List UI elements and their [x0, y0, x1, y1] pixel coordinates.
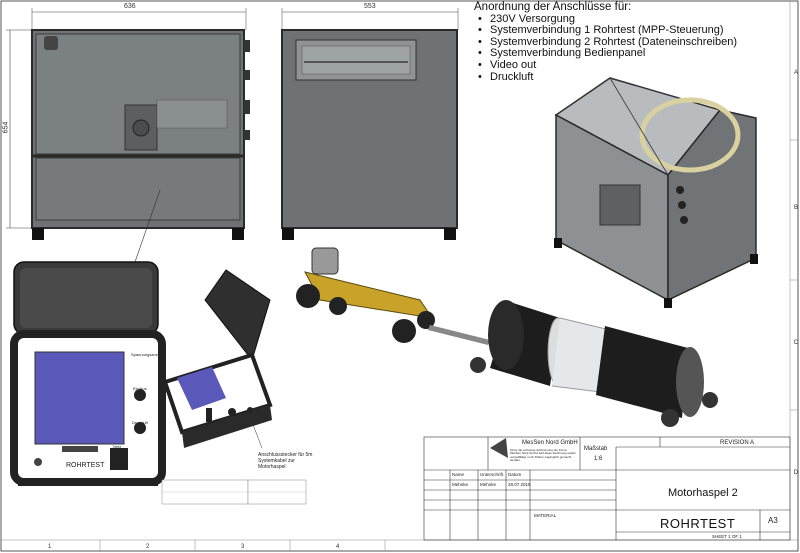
- disclaimer: Ohne die vorherige Zustimmung der Firma …: [510, 448, 576, 463]
- sheet-number: SHEET 1 OF 1: [712, 534, 742, 539]
- notes-heading: Anordnung der Anschlüsse für:: [474, 1, 632, 13]
- sheet-format: A3: [768, 516, 778, 525]
- grid-row: C: [793, 340, 798, 346]
- name-value: Mehnke: [452, 482, 469, 487]
- connection-notes: Anordnung der Anschlüsse für: 230V Verso…: [474, 1, 774, 84]
- open-case-iso: [162, 269, 273, 449]
- name-label: Name: [452, 472, 465, 477]
- front-view: [6, 8, 250, 263]
- pipe-sections: [488, 300, 718, 427]
- grid-column: 4: [336, 544, 340, 550]
- company-name: MesSen Nord GmbH: [522, 440, 578, 446]
- scale-value: 1:6: [594, 456, 603, 462]
- dimension-side-width: 553: [364, 3, 376, 10]
- dimension-front-width: 636: [124, 3, 136, 10]
- open-case-front: [10, 261, 166, 486]
- case-title: ROHRTEST: [66, 462, 105, 469]
- list-item: Video out: [478, 59, 774, 72]
- isometric-view: [554, 77, 758, 308]
- case-label: Netz: [113, 444, 122, 449]
- notes-list: 230V Versorgung Systemverbindung 1 Rohrt…: [474, 13, 774, 84]
- date-value: 28.07.2015: [508, 482, 531, 487]
- grid-row: D: [793, 470, 798, 476]
- product-name: ROHRTEST: [660, 516, 736, 531]
- dimension-height: 654: [2, 121, 10, 134]
- revision: REVISION A: [720, 440, 755, 446]
- drawing-name: Motorhaspel 2: [668, 487, 738, 499]
- grid-column: 3: [241, 544, 245, 550]
- signature-value: Mehnke: [480, 482, 497, 487]
- grid-column: 1: [48, 544, 52, 550]
- material-label: MATERIAL: [534, 513, 557, 518]
- grid-row: B: [793, 205, 798, 211]
- inspection-robot: [296, 247, 490, 373]
- grid-column: 2: [146, 544, 150, 550]
- scale-label: Maßstab: [584, 446, 608, 452]
- signature-label: Unterschrift: [480, 472, 504, 477]
- list-item: Druckluft: [478, 71, 774, 84]
- case-label: Ein/Aus: [133, 386, 147, 391]
- grid-row: A: [793, 70, 798, 76]
- date-label: Datum: [508, 472, 522, 477]
- case-label: Spannungsanzeige: [131, 352, 166, 357]
- side-view: [281, 8, 459, 240]
- case-label: Druckluft: [132, 420, 148, 425]
- connector-note: Anschlussstecker für 5m Systemkabel zur …: [258, 452, 313, 470]
- mini-title-block: [161, 479, 307, 505]
